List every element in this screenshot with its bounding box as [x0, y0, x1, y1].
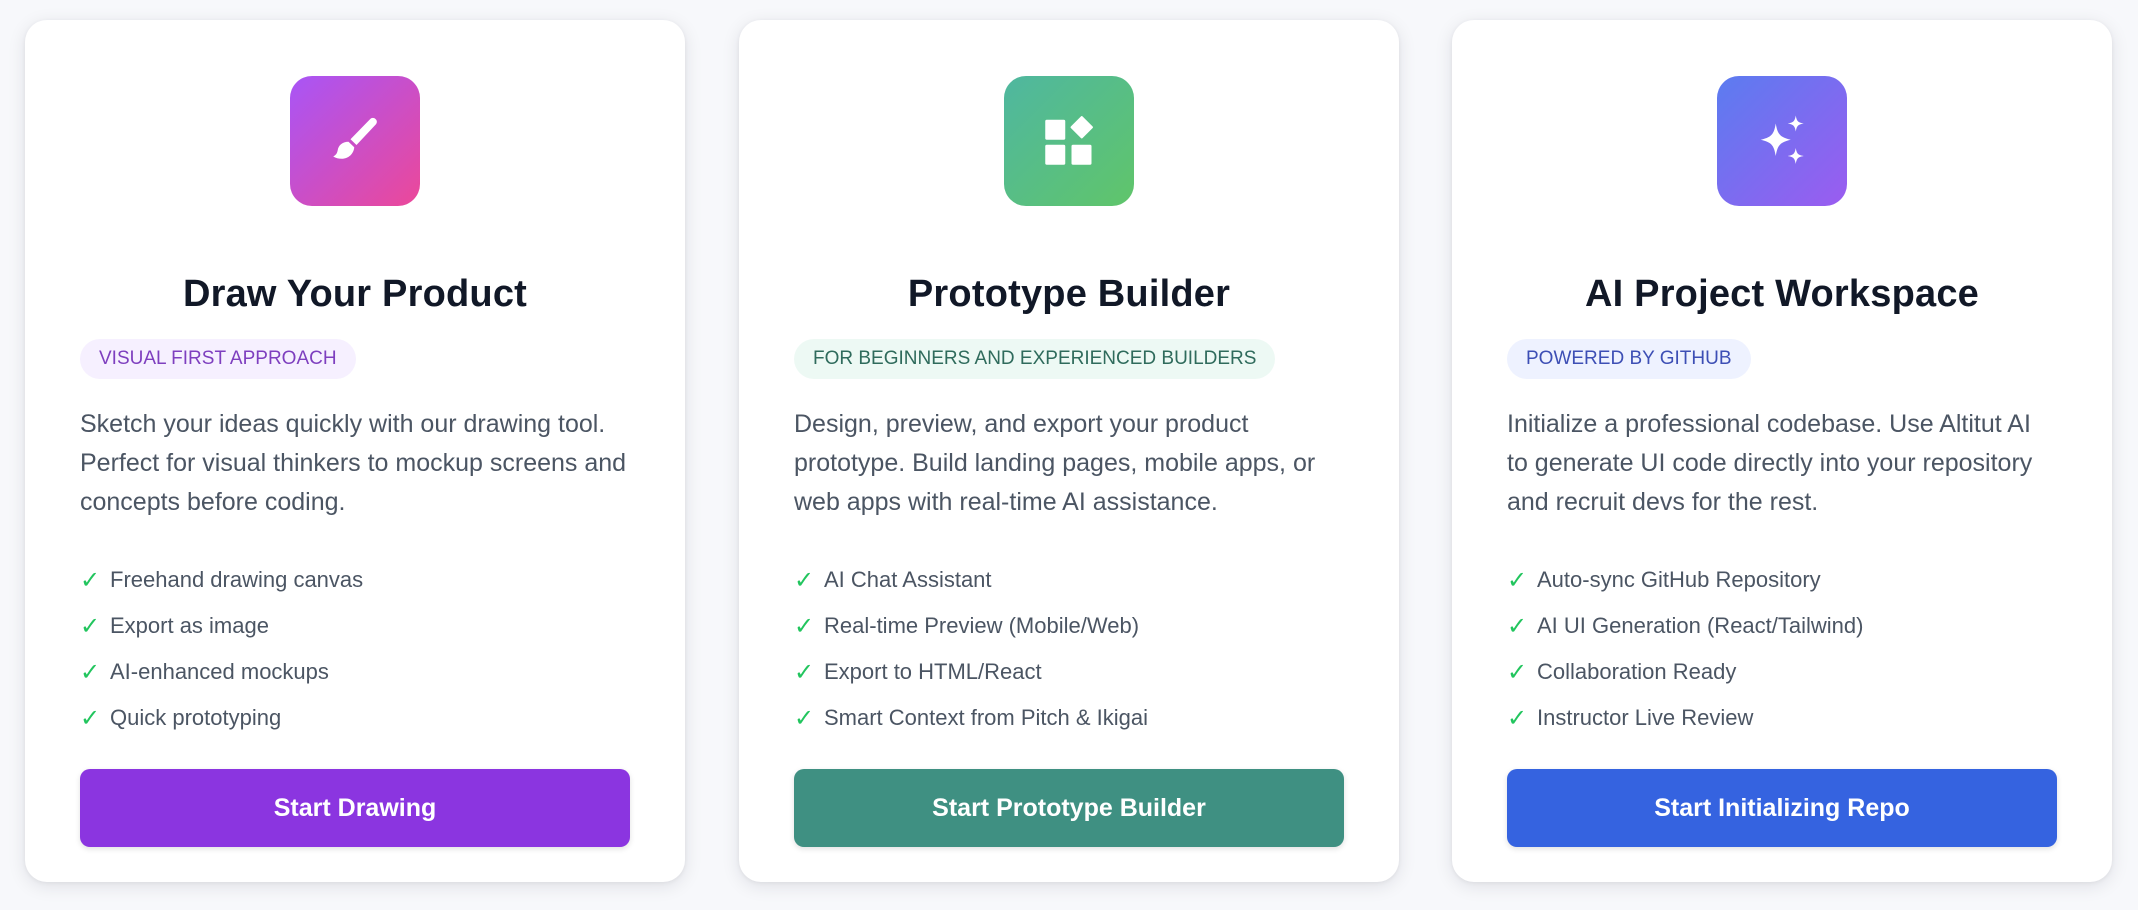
- feature-label: Freehand drawing canvas: [110, 567, 364, 592]
- feature-list: ✓ Auto-sync GitHub Repository ✓ AI UI Gene…: [1507, 557, 2072, 741]
- checkmark-icon: ✓: [80, 566, 101, 594]
- feature-label: AI-enhanced mockups: [110, 659, 329, 684]
- feature-label: Instructor Live Review: [1537, 705, 1754, 730]
- checkmark-icon: ✓: [794, 612, 815, 640]
- feature-item: ✓ AI Chat Assistant: [794, 557, 1359, 603]
- feature-item: ✓ AI UI Generation (React/Tailwind): [1507, 603, 2072, 649]
- feature-item: ✓ Auto-sync GitHub Repository: [1507, 557, 2072, 603]
- checkmark-icon: ✓: [1507, 566, 1528, 594]
- feature-item: ✓ Real-time Preview (Mobile/Web): [794, 603, 1359, 649]
- card-ai-project-workspace: AI Project Workspace POWERED BY GITHUB I…: [1452, 20, 2112, 882]
- feature-item: ✓ Export as image: [80, 603, 645, 649]
- feature-item: ✓ AI-enhanced mockups: [80, 649, 645, 695]
- feature-label: Export to HTML/React: [824, 659, 1042, 684]
- feature-label: Real-time Preview (Mobile/Web): [824, 613, 1140, 638]
- checkmark-icon: ✓: [80, 704, 101, 732]
- checkmark-icon: ✓: [1507, 612, 1528, 640]
- checkmark-icon: ✓: [80, 612, 101, 640]
- start-drawing-button[interactable]: Start Drawing: [80, 769, 630, 847]
- feature-label: Smart Context from Pitch & Ikigai: [824, 705, 1148, 730]
- checkmark-icon: ✓: [794, 704, 815, 732]
- badge: VISUAL FIRST APPROACH: [80, 339, 356, 379]
- paintbrush-icon-tile: [290, 76, 420, 206]
- paintbrush-icon: [333, 117, 377, 159]
- feature-item: ✓ Quick prototyping: [80, 695, 645, 741]
- feature-item: ✓ Smart Context from Pitch & Ikigai: [794, 695, 1359, 741]
- feature-label: Export as image: [110, 613, 269, 638]
- feature-list: ✓ AI Chat Assistant ✓ Real-time Preview (M…: [794, 557, 1359, 741]
- checkmark-icon: ✓: [794, 658, 815, 686]
- start-initializing-repo-button[interactable]: Start Initializing Repo: [1507, 769, 2057, 847]
- sparkles-icon: [1760, 115, 1804, 164]
- card-title: AI Project Workspace: [1584, 273, 1979, 315]
- badge: POWERED BY GITHUB: [1507, 339, 1751, 379]
- shapes-icon: [1045, 116, 1093, 165]
- checkmark-icon: ✓: [1507, 704, 1528, 732]
- badge: FOR BEGINNERS AND EXPERIENCED BUILDERS: [794, 339, 1276, 379]
- checkmark-icon: ✓: [794, 566, 815, 594]
- shapes-icon-tile: [1004, 76, 1134, 206]
- feature-list: ✓ Freehand drawing canvas ✓ Export as imag…: [80, 557, 645, 741]
- card-description: Design, preview, and export your product…: [794, 410, 1316, 516]
- card-title: Prototype Builder: [907, 273, 1231, 315]
- feature-item: ✓ Instructor Live Review: [1507, 695, 2072, 741]
- checkmark-icon: ✓: [1507, 658, 1528, 686]
- sparkles-icon-tile: [1717, 76, 1847, 206]
- feature-label: AI UI Generation (React/Tailwind): [1537, 613, 1864, 638]
- feature-item: ✓ Export to HTML/React: [794, 649, 1359, 695]
- feature-label: Collaboration Ready: [1537, 659, 1737, 684]
- card-prototype-builder: Prototype Builder FOR BEGINNERS AND EXPE…: [739, 20, 1399, 882]
- card-description: Sketch your ideas quickly with our drawi…: [80, 410, 627, 516]
- feature-item: ✓ Collaboration Ready: [1507, 649, 2072, 695]
- feature-label: AI Chat Assistant: [824, 567, 992, 592]
- feature-label: Quick prototyping: [110, 705, 282, 730]
- card-title: Draw Your Product: [182, 273, 528, 315]
- start-prototype-builder-button[interactable]: Start Prototype Builder: [794, 769, 1344, 847]
- checkmark-icon: ✓: [80, 658, 101, 686]
- feature-item: ✓ Freehand drawing canvas: [80, 557, 645, 603]
- feature-cards-grid: Draw Your Product VISUAL FIRST APPROACH …: [0, 0, 2138, 910]
- card-draw-your-product: Draw Your Product VISUAL FIRST APPROACH …: [25, 20, 685, 882]
- card-description: Initialize a professional codebase. Use …: [1507, 410, 2033, 516]
- feature-label: Auto-sync GitHub Repository: [1537, 567, 1821, 592]
